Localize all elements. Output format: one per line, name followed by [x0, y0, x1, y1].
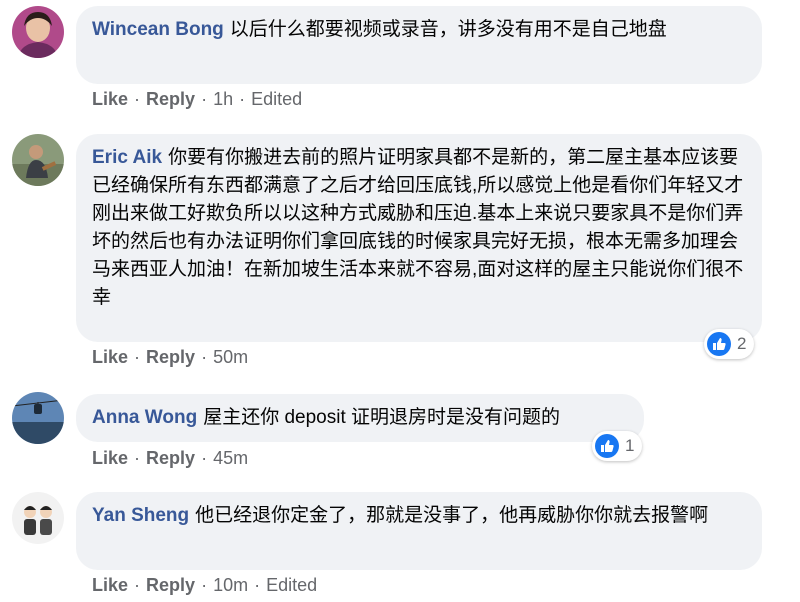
reaction-count: 1	[625, 436, 635, 455]
comment-bubble: Yan Sheng 他已经退你定金了，那就是没事了，他再威胁你你就去报警啊	[76, 492, 762, 570]
comment-bubble: Wincean Bong 以后什么都要视频或录音，讲多没有用不是自己地盘	[76, 6, 762, 84]
reaction-count-badge[interactable]: 1	[592, 431, 643, 461]
separator: ·	[239, 89, 246, 109]
edited-label[interactable]: Edited	[266, 575, 317, 595]
avatar[interactable]	[12, 134, 64, 186]
reply-button[interactable]: Reply	[146, 575, 195, 595]
author-name[interactable]: Yan Sheng	[92, 505, 189, 526]
separator: ·	[254, 575, 261, 595]
separator: ·	[201, 575, 208, 595]
timestamp[interactable]: 45m	[213, 448, 248, 468]
author-name[interactable]: Eric Aik	[92, 147, 162, 168]
separator: ·	[201, 347, 208, 367]
separator: ·	[134, 89, 141, 109]
reply-button[interactable]: Reply	[146, 89, 195, 109]
like-button[interactable]: Like	[92, 347, 128, 367]
avatar[interactable]	[12, 492, 64, 544]
reaction-count-badge[interactable]: 2	[704, 329, 755, 359]
separator: ·	[201, 89, 208, 109]
separator: ·	[134, 575, 141, 595]
comment-actions: Like · Reply · 45m	[92, 448, 248, 469]
comment-text: 他已经退你定金了，那就是没事了，他再威胁你你就去报警啊	[195, 505, 709, 526]
like-button[interactable]: Like	[92, 575, 128, 595]
comment-text: 你要有你搬进去前的照片证明家具都不是新的，第二屋主基本应该要已经确保所有东西都满…	[92, 147, 744, 308]
separator: ·	[201, 448, 208, 468]
comment-actions: Like · Reply · 10m · Edited	[92, 575, 317, 596]
avatar[interactable]	[12, 392, 64, 444]
comment-actions: Like · Reply · 50m	[92, 347, 248, 368]
like-button[interactable]: Like	[92, 448, 128, 468]
separator: ·	[134, 448, 141, 468]
timestamp[interactable]: 10m	[213, 575, 248, 595]
comment-text: 以后什么都要视频或录音，讲多没有用不是自己地盘	[229, 19, 667, 40]
comment-bubble: Anna Wong 屋主还你 deposit 证明退房时是没有问题的	[76, 394, 644, 442]
timestamp[interactable]: 1h	[213, 89, 233, 109]
edited-label[interactable]: Edited	[251, 89, 302, 109]
thumbs-up-icon	[595, 434, 619, 458]
comment-actions: Like · Reply · 1h · Edited	[92, 89, 302, 110]
avatar[interactable]	[12, 6, 64, 58]
author-name[interactable]: Wincean Bong	[92, 19, 224, 40]
like-button[interactable]: Like	[92, 89, 128, 109]
reaction-count: 2	[737, 334, 747, 353]
thumbs-up-icon	[707, 332, 731, 356]
reply-button[interactable]: Reply	[146, 448, 195, 468]
timestamp[interactable]: 50m	[213, 347, 248, 367]
author-name[interactable]: Anna Wong	[92, 407, 197, 428]
comment-bubble: Eric Aik 你要有你搬进去前的照片证明家具都不是新的，第二屋主基本应该要已经…	[76, 134, 762, 342]
comment-text: 屋主还你 deposit 证明退房时是没有问题的	[203, 407, 561, 428]
separator: ·	[134, 347, 141, 367]
reply-button[interactable]: Reply	[146, 347, 195, 367]
